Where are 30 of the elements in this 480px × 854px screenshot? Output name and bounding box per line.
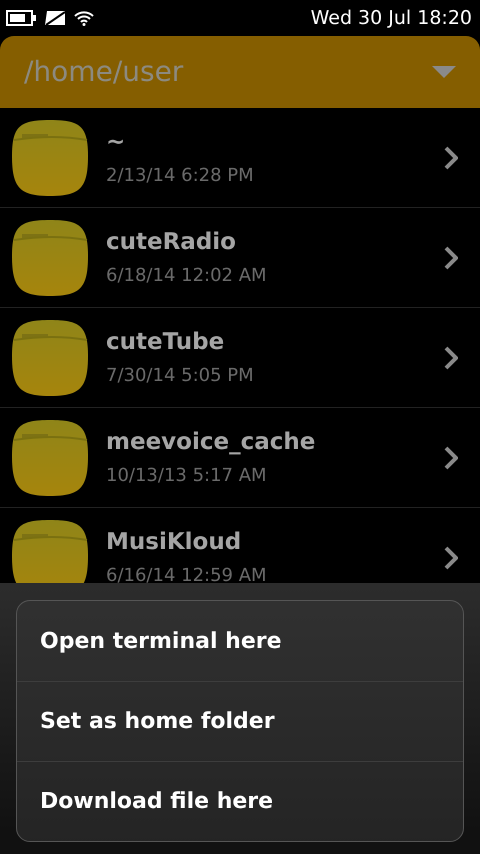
folder-icon xyxy=(10,418,90,498)
folder-name: MusiKloud xyxy=(106,528,242,556)
no-signal-icon xyxy=(44,10,66,26)
chevron-right-icon xyxy=(444,246,458,270)
folder-row[interactable]: cuteTube 7/30/14 5:05 PM xyxy=(0,308,480,408)
menu-item[interactable]: Set as home folder xyxy=(17,681,463,761)
folder-date: 2/13/14 6:28 PM xyxy=(106,164,255,186)
folder-date: 10/13/13 5:17 AM xyxy=(106,464,268,486)
menu-item[interactable]: Download file here xyxy=(17,761,463,841)
battery-icon xyxy=(6,10,36,26)
chevron-right-icon xyxy=(444,546,458,570)
folder-icon xyxy=(10,318,90,398)
clock-time: Wed 30 Jul 18:20 xyxy=(310,6,472,31)
folder-date: 6/18/14 12:02 AM xyxy=(106,264,268,286)
folder-date: 6/16/14 12:59 AM xyxy=(106,564,268,586)
wifi-icon xyxy=(74,10,94,26)
chevron-right-icon xyxy=(444,146,458,170)
folder-name: ~ xyxy=(106,128,126,156)
dropdown-icon xyxy=(432,66,456,78)
chevron-right-icon xyxy=(444,346,458,370)
folder-row[interactable]: ~ 2/13/14 6:28 PM xyxy=(0,108,480,208)
folder-name: cuteRadio xyxy=(106,228,237,256)
folder-icon xyxy=(10,118,90,198)
folder-name: meevoice_cache xyxy=(106,428,316,456)
chevron-right-icon xyxy=(444,446,458,470)
folder-row[interactable]: cuteRadio 6/18/14 12:02 AM xyxy=(0,208,480,308)
folder-date: 7/30/14 5:05 PM xyxy=(106,364,255,386)
folder-icon xyxy=(10,218,90,298)
folder-row[interactable]: meevoice_cache 10/13/13 5:17 AM xyxy=(0,408,480,508)
folder-name: cuteTube xyxy=(106,328,226,356)
